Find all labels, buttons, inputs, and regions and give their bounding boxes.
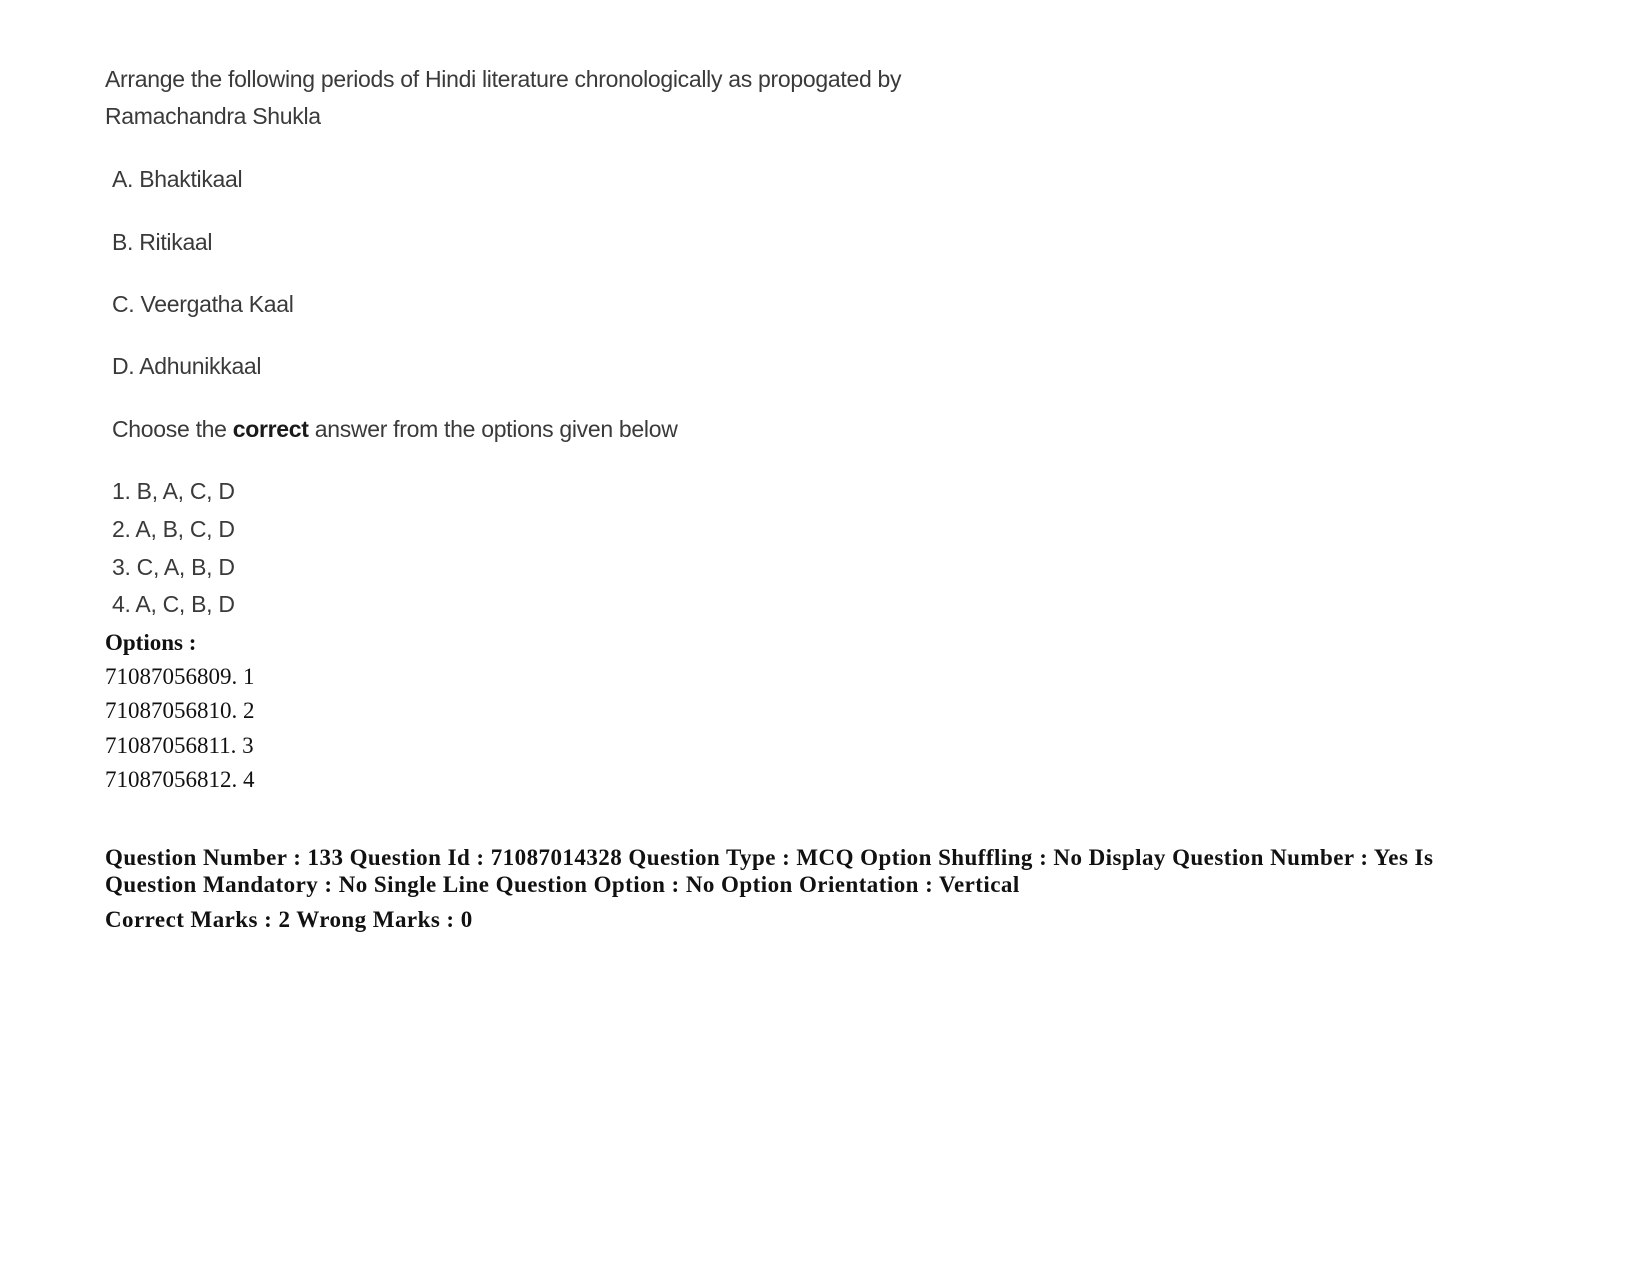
period-item-c: C. Veergatha Kaal [112, 291, 294, 317]
period-item-d: D. Adhunikkaal [112, 353, 262, 379]
answer-choice-1: 1. B, A, C, D [112, 478, 235, 504]
instruction-pre: Choose the [112, 416, 233, 442]
options-heading: Options : [105, 630, 197, 655]
instruction-text: Choose the correct answer from the optio… [112, 416, 678, 443]
instruction-emphasis: correct [232, 416, 309, 442]
question-stem-line-2: Ramachandra Shukla [105, 103, 321, 129]
option-id-3: 71087056811. 3 [105, 733, 254, 758]
answer-choice-2: 2. A, B, C, D [112, 516, 235, 542]
answer-choice-3: 3. C, A, B, D [112, 554, 235, 580]
option-id-1: 71087056809. 1 [105, 664, 255, 689]
metadata-line-1: Question Number : 133 Question Id : 7108… [105, 845, 1434, 870]
option-id-2: 71087056810. 2 [105, 698, 255, 723]
metadata-line-2: Question Mandatory : No Single Line Ques… [105, 872, 1020, 897]
option-id-4: 71087056812. 4 [105, 767, 255, 792]
instruction-post: answer from the options given below [308, 416, 678, 442]
period-item-b: B. Ritikaal [112, 229, 213, 255]
marks-line: Correct Marks : 2 Wrong Marks : 0 [105, 907, 473, 932]
question-stem-line-1: Arrange the following periods of Hindi l… [105, 66, 902, 92]
answer-choice-4: 4. A, C, B, D [112, 591, 235, 617]
period-item-a: A. Bhaktikaal [112, 166, 243, 192]
